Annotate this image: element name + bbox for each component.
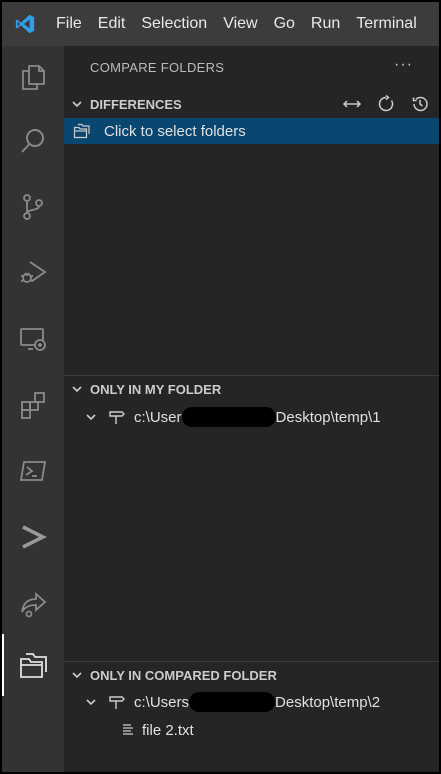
menu-run[interactable]: Run: [303, 15, 348, 33]
only-in-compared-folder-title: ONLY IN COMPARED FOLDER: [90, 667, 277, 683]
section-divider: [64, 375, 439, 376]
more-actions-icon[interactable]: ···: [394, 56, 413, 74]
terminal-prompt-icon[interactable]: [2, 506, 64, 568]
menu-go[interactable]: Go: [266, 15, 303, 33]
file-name: file 2.txt: [142, 721, 194, 739]
only-in-my-folder-title: ONLY IN MY FOLDER: [90, 381, 222, 397]
chevron-down-icon: [64, 98, 90, 110]
compare-folders-icon: [70, 123, 94, 139]
compared-folder-path-end: Desktop\temp\2: [275, 693, 381, 711]
file-row[interactable]: file 2.txt: [64, 717, 439, 743]
run-debug-icon[interactable]: [2, 242, 64, 304]
only-in-compared-folder-section-header[interactable]: ONLY IN COMPARED FOLDER: [64, 663, 439, 687]
file-lines-icon: [118, 723, 138, 737]
compared-folder-path-start: c:\Users: [134, 693, 190, 711]
signpost-icon: [104, 409, 130, 425]
chevron-down-icon: [78, 411, 104, 423]
differences-title: DIFFERENCES: [90, 96, 182, 112]
extensions-icon[interactable]: [2, 374, 64, 436]
chevron-down-icon: [64, 383, 90, 395]
live-share-icon[interactable]: [2, 572, 64, 634]
select-folders-item[interactable]: Click to select folders: [64, 118, 439, 144]
remote-explorer-icon[interactable]: [2, 308, 64, 370]
only-in-my-folder-section-header[interactable]: ONLY IN MY FOLDER: [64, 377, 439, 401]
my-folder-path-start: c:\User: [134, 408, 182, 426]
differences-section-header[interactable]: DIFFERENCES: [64, 92, 439, 116]
chevron-down-icon: [64, 669, 90, 681]
activity-bar: [2, 46, 64, 772]
menu-bar: File Edit Selection View Go Run Terminal: [2, 2, 439, 46]
menu-view[interactable]: View: [215, 15, 265, 33]
compared-folder-path-row[interactable]: c:\Users Desktop\temp\2: [64, 689, 439, 715]
menu-edit[interactable]: Edit: [90, 15, 134, 33]
compare-folders-icon[interactable]: [2, 634, 64, 696]
select-folders-label: Click to select folders: [104, 122, 246, 140]
differences-actions: [339, 92, 433, 116]
refresh-icon[interactable]: [373, 92, 399, 116]
chevron-down-icon: [78, 696, 104, 708]
redacted-username: [189, 692, 276, 712]
signpost-icon: [104, 694, 130, 710]
source-control-icon[interactable]: [2, 176, 64, 238]
menu-file[interactable]: File: [48, 15, 90, 33]
powershell-icon[interactable]: [2, 440, 64, 502]
my-folder-path-row[interactable]: c:\User Desktop\temp\1: [64, 404, 439, 430]
history-icon[interactable]: [407, 92, 433, 116]
menu-selection[interactable]: Selection: [133, 15, 215, 33]
explorer-icon[interactable]: [2, 46, 64, 108]
section-divider: [64, 661, 439, 662]
redacted-username: [181, 407, 276, 427]
compare-folders-sidebar: COMPARE FOLDERS ··· DIFFERENCES Click to…: [64, 46, 439, 772]
search-icon[interactable]: [2, 110, 64, 172]
swap-icon[interactable]: [339, 92, 365, 116]
my-folder-path-end: Desktop\temp\1: [275, 408, 381, 426]
vscode-logo-icon: [2, 2, 48, 46]
vscode-window: File Edit Selection View Go Run Terminal: [2, 2, 439, 772]
sidebar-title: COMPARE FOLDERS: [90, 60, 225, 75]
menu-terminal[interactable]: Terminal: [348, 15, 424, 33]
